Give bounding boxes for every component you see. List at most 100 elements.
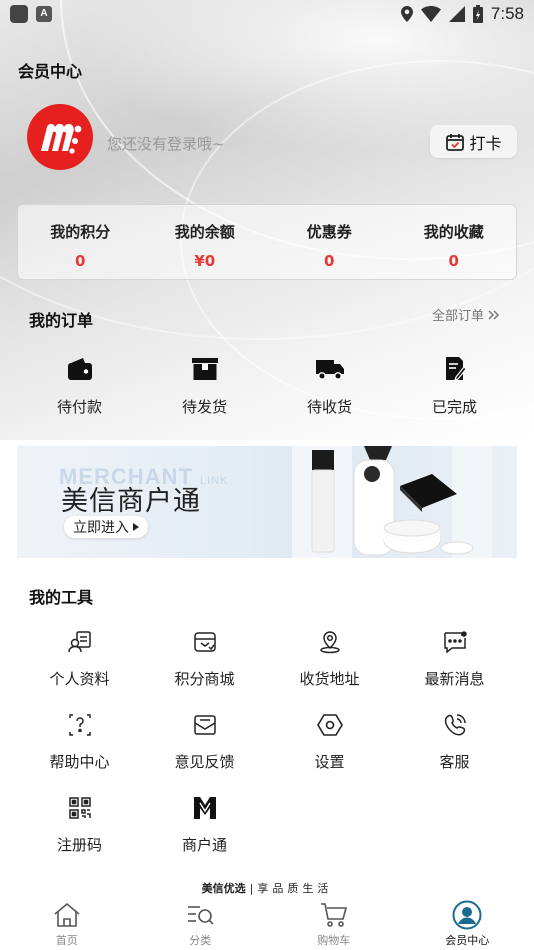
tool-label: 个人资料 <box>49 670 110 688</box>
a-badge-icon: A <box>36 6 52 22</box>
tools-section-title: 我的工具 <box>29 588 94 607</box>
tool-address[interactable]: 收货地址 <box>267 628 392 711</box>
stat-favorites[interactable]: 我的收藏 0 <box>392 205 517 279</box>
help-icon <box>68 714 91 736</box>
stat-coupons[interactable]: 优惠券 0 <box>267 205 392 279</box>
notification-square-icon <box>10 5 28 23</box>
tool-label: 商户通 <box>181 836 227 854</box>
battery-icon <box>472 5 483 23</box>
nav-category[interactable]: 分类 <box>134 896 268 950</box>
location-icon <box>400 6 413 22</box>
truck-icon <box>315 360 344 380</box>
orders-section-title: 我的订单 <box>29 311 94 330</box>
order-pending-receipt[interactable]: 待收货 <box>267 355 392 425</box>
page-title: 会员中心 <box>18 62 83 81</box>
tool-label: 设置 <box>314 753 345 771</box>
points-store-icon <box>193 632 216 652</box>
package-icon <box>191 358 218 380</box>
triangle-right-icon <box>133 523 139 531</box>
all-orders-label: 全部订单 <box>432 309 485 324</box>
tool-feedback[interactable]: 意见反馈 <box>142 711 267 794</box>
slogan-separator: | <box>249 882 254 895</box>
stat-value: 0 <box>324 252 335 270</box>
stat-label: 我的收藏 <box>423 223 484 241</box>
slogan-brand: 美信优选 <box>201 882 246 895</box>
message-icon <box>443 631 467 654</box>
nav-label: 分类 <box>189 934 212 947</box>
stat-value: ¥0 <box>194 252 216 270</box>
tool-label: 最新消息 <box>424 670 485 688</box>
stat-label: 我的积分 <box>50 223 111 241</box>
tool-help-center[interactable]: 帮助中心 <box>17 711 142 794</box>
stat-label: 我的余额 <box>174 223 235 241</box>
stat-value: 0 <box>448 252 459 270</box>
tool-label: 积分商城 <box>174 670 235 688</box>
wallet-icon <box>67 358 92 380</box>
banner-title: 美信商户通 <box>61 486 201 517</box>
account-stats-card: 我的积分 0 我的余额 ¥0 优惠券 0 我的收藏 0 <box>17 204 517 280</box>
nav-member-center[interactable]: 会员中心 <box>401 896 534 950</box>
tool-points-store[interactable]: 积分商城 <box>142 628 267 711</box>
status-bar: A 7:58 <box>0 0 534 28</box>
slogan-text: 享品质生活 <box>257 882 333 895</box>
order-status-row: 待付款 待发货 待收货 已完成 <box>17 355 517 425</box>
location-pin-icon <box>319 631 340 654</box>
stat-value: 0 <box>75 252 86 270</box>
customer-service-icon <box>444 714 466 736</box>
checkin-button[interactable]: 打卡 <box>430 125 517 158</box>
order-pending-shipment[interactable]: 待发货 <box>142 355 267 425</box>
tool-settings[interactable]: 设置 <box>267 711 392 794</box>
order-label: 待收货 <box>306 398 352 416</box>
nav-label: 首页 <box>55 934 78 947</box>
clock: 7:58 <box>490 4 524 23</box>
tool-label: 客服 <box>439 753 470 771</box>
all-orders-link[interactable]: 全部订单 <box>432 305 500 324</box>
order-label: 待发货 <box>181 398 227 416</box>
merchant-logo-icon <box>193 797 216 819</box>
feedback-icon <box>193 715 216 735</box>
nav-label: 购物车 <box>317 934 351 947</box>
nav-cart[interactable]: 购物车 <box>267 896 401 950</box>
bottom-navigation: 首页 分类 购物车 会员中心 <box>0 896 534 950</box>
login-prompt[interactable]: 您还没有登录哦~ <box>107 133 225 154</box>
cosmetics-product-image <box>292 446 492 558</box>
order-pending-payment[interactable]: 待付款 <box>17 355 142 425</box>
checkin-label: 打卡 <box>469 133 502 153</box>
document-check-icon <box>445 357 467 381</box>
tools-grid: 个人资料 积分商城 收货地址 最新消息 帮助中心 意见反馈 设置 客服 注册码 … <box>17 628 517 877</box>
tool-merchant[interactable]: 商户通 <box>142 794 267 877</box>
stat-label: 优惠券 <box>306 223 352 241</box>
settings-icon <box>316 714 343 736</box>
profile-card-icon <box>67 631 91 653</box>
qr-code-icon <box>68 797 91 819</box>
member-icon <box>452 900 482 930</box>
tool-profile[interactable]: 个人资料 <box>17 628 142 711</box>
order-completed[interactable]: 已完成 <box>392 355 517 425</box>
brand-slogan: 美信优选 | 享品质生活 <box>0 880 534 896</box>
tool-label: 帮助中心 <box>49 753 110 771</box>
tool-customer-service[interactable]: 客服 <box>392 711 517 794</box>
stat-points[interactable]: 我的积分 0 <box>18 205 143 279</box>
avatar[interactable] <box>27 104 93 170</box>
calendar-check-icon <box>446 133 465 151</box>
cart-icon <box>320 903 347 927</box>
banner-button-label: 立即进入 <box>73 520 129 536</box>
wifi-icon <box>420 6 441 22</box>
order-label: 待付款 <box>56 398 102 416</box>
tool-messages[interactable]: 最新消息 <box>392 628 517 711</box>
tool-label: 收货地址 <box>299 670 360 688</box>
tool-label: 意见反馈 <box>174 753 235 771</box>
double-chevron-right-icon <box>488 309 500 320</box>
home-icon <box>54 902 80 927</box>
tool-registration-code[interactable]: 注册码 <box>17 794 142 877</box>
banner-enter-button[interactable]: 立即进入 <box>64 516 148 538</box>
signal-icon <box>448 6 465 22</box>
category-search-icon <box>188 906 214 925</box>
nav-home[interactable]: 首页 <box>0 896 134 950</box>
merchant-banner[interactable]: MERCHANT LINK 美信商户通 立即进入 <box>17 446 517 558</box>
tool-label: 注册码 <box>56 836 102 854</box>
brand-logo-icon <box>41 123 82 154</box>
nav-label: 会员中心 <box>445 934 490 947</box>
stat-balance[interactable]: 我的余额 ¥0 <box>143 205 268 279</box>
order-label: 已完成 <box>431 398 477 416</box>
